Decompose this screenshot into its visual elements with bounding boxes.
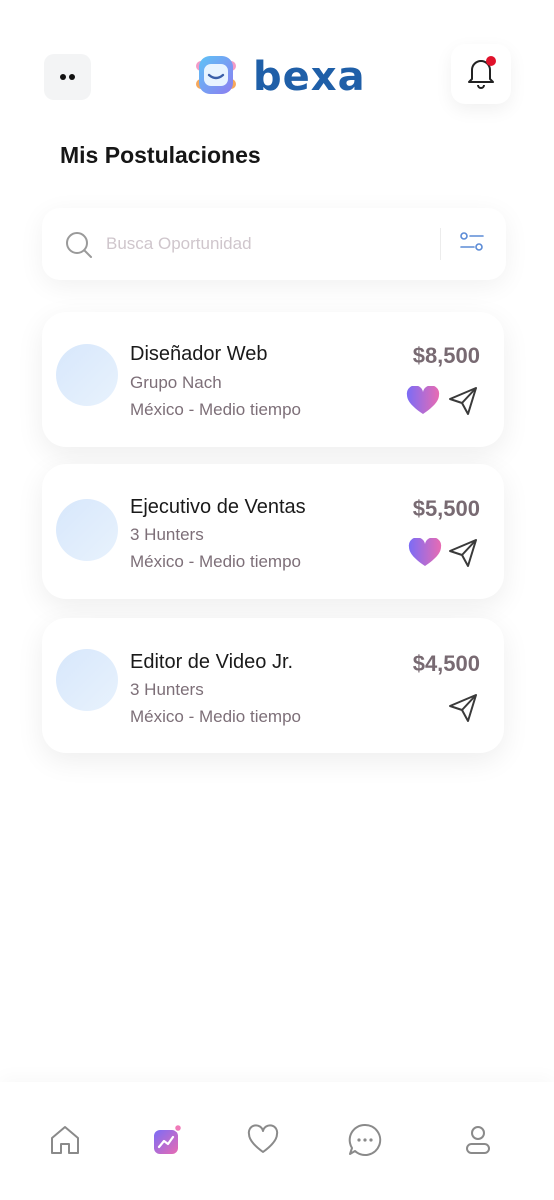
job-card[interactable]: Ejecutivo de Ventas 3 Hunters México - M…	[42, 464, 504, 599]
job-company: 3 Hunters	[130, 525, 204, 544]
search-icon	[64, 230, 94, 265]
apply-button[interactable]	[445, 693, 481, 728]
job-company: Grupo Nach	[130, 373, 222, 392]
favorite-button[interactable]	[407, 536, 443, 573]
company-avatar	[56, 344, 118, 406]
send-icon	[447, 538, 479, 573]
job-location: México - Medio tiempo	[130, 552, 302, 571]
heart-filled-icon	[408, 536, 442, 573]
notification-dot	[486, 55, 496, 66]
filter-button[interactable]	[454, 228, 490, 260]
menu-button[interactable]	[44, 54, 91, 100]
job-salary: $4,500	[412, 651, 480, 676]
search-bar	[42, 208, 506, 280]
chat-icon	[347, 1122, 383, 1163]
search-input[interactable]	[106, 228, 426, 260]
nav-profile[interactable]	[458, 1122, 498, 1162]
nav-postulaciones[interactable]	[146, 1122, 186, 1162]
job-salary: $8,500	[412, 343, 480, 368]
search-divider	[440, 228, 441, 260]
apply-button[interactable]	[445, 538, 481, 573]
heart-filled-icon	[406, 384, 440, 421]
page-title: Mis Postulaciones	[60, 142, 261, 168]
profile-icon	[461, 1123, 495, 1162]
screen: bexa Mis Postulaciones Busca Oportunidad…	[0, 0, 554, 1200]
bottom-nav	[0, 1082, 554, 1200]
logo-text: bexa	[253, 54, 366, 100]
favorite-button[interactable]	[405, 384, 441, 421]
notifications-button[interactable]	[451, 44, 511, 104]
apply-button[interactable]	[445, 386, 481, 421]
company-avatar	[56, 499, 118, 561]
heart-icon	[246, 1123, 280, 1162]
job-card[interactable]: Editor de Video Jr. 3 Hunters México - M…	[42, 618, 504, 753]
job-title: Ejecutivo de Ventas	[130, 496, 306, 518]
dots-icon	[59, 68, 77, 86]
bell-icon	[463, 53, 499, 96]
brand-logo: bexa	[193, 53, 366, 101]
job-card[interactable]: Diseñador Web Grupo Nach México - Medio …	[42, 312, 504, 447]
stats-icon	[149, 1123, 183, 1162]
logo-mascot-icon	[193, 52, 239, 103]
send-icon	[447, 386, 479, 421]
job-salary: $5,500	[412, 496, 480, 521]
job-location: México - Medio tiempo	[130, 707, 302, 726]
job-location: México - Medio tiempo	[130, 400, 302, 419]
send-icon	[447, 693, 479, 728]
job-company: 3 Hunters	[130, 680, 204, 699]
job-title: Diseñador Web	[130, 343, 268, 365]
filter-icon	[459, 231, 485, 258]
nav-home[interactable]	[45, 1122, 85, 1162]
nav-favorites[interactable]	[243, 1122, 283, 1162]
home-icon	[48, 1123, 82, 1162]
company-avatar	[56, 649, 118, 711]
nav-messages[interactable]	[345, 1122, 385, 1162]
job-title: Editor de Video Jr.	[130, 651, 294, 673]
